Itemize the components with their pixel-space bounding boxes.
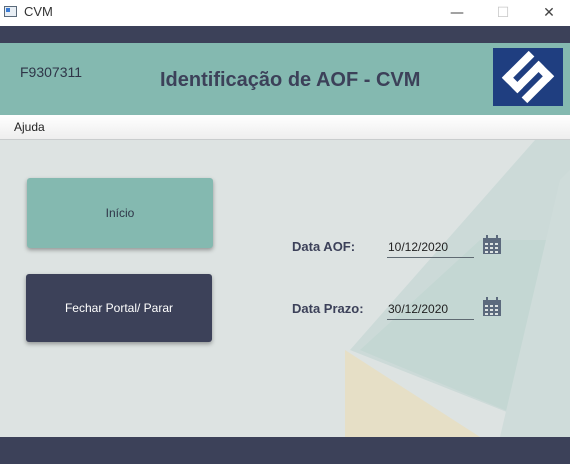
app-window-icon xyxy=(4,6,17,17)
app-header: F9307311 Identificação de AOF - CVM xyxy=(0,43,570,115)
inicio-button[interactable]: Início xyxy=(27,178,213,248)
data-aof-label: Data AOF: xyxy=(292,239,356,254)
menu-item-ajuda[interactable]: Ajuda xyxy=(14,120,45,134)
maximize-button[interactable]: ☐ xyxy=(480,0,526,26)
close-button[interactable]: ✕ xyxy=(526,0,570,26)
bottom-color-band xyxy=(0,437,570,464)
page-title: Identificação de AOF - CVM xyxy=(160,69,421,91)
main-content: Início Fechar Portal/ Parar Data AOF: Da… xyxy=(0,140,570,437)
data-aof-input[interactable] xyxy=(387,237,474,258)
window-title: CVM xyxy=(24,4,53,19)
minimize-button[interactable]: — xyxy=(434,0,480,26)
top-color-band xyxy=(0,26,570,43)
user-code: F9307311 xyxy=(20,64,83,80)
data-prazo-label: Data Prazo: xyxy=(292,301,364,316)
data-prazo-input[interactable] xyxy=(387,299,474,320)
calendar-icon[interactable] xyxy=(482,297,502,317)
fechar-portal-button[interactable]: Fechar Portal/ Parar xyxy=(26,274,212,342)
menu-bar: Ajuda xyxy=(0,115,570,140)
banco-do-brasil-logo xyxy=(493,48,563,106)
calendar-icon[interactable] xyxy=(482,235,502,255)
window-titlebar: CVM — ☐ ✕ xyxy=(0,0,570,26)
